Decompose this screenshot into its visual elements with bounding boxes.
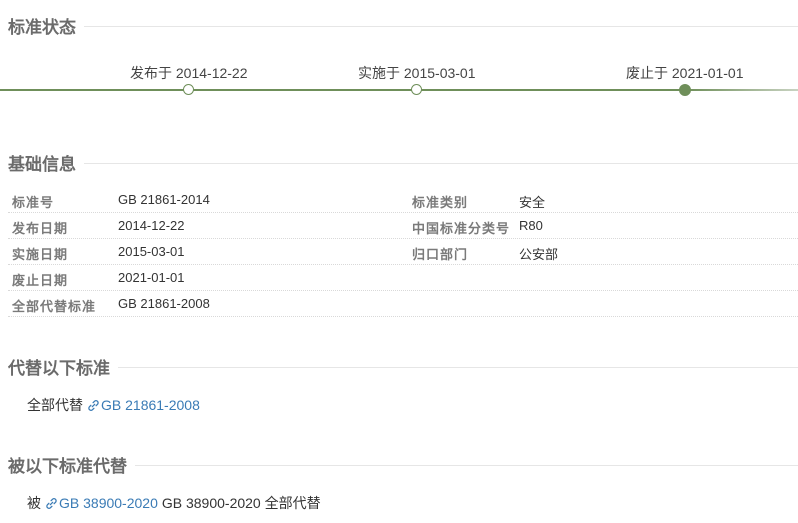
info-value-ccs: R80 (519, 218, 543, 233)
info-value-category: 安全 (519, 195, 546, 210)
link-icon (46, 497, 57, 509)
status-title-divider (84, 26, 798, 27)
replaces-title: 代替以下标准 (8, 359, 110, 378)
timeline-label-implemented: 实施于 2015-03-01 (358, 65, 476, 81)
info-row: 废止日期 2021-01-01 (8, 264, 798, 291)
replaced-by-section-title: 被以下标准代替 (8, 452, 798, 477)
replaces-line: 全部代替 GB 21861-2008 (27, 395, 200, 415)
replaces-prefix: 全部代替 (27, 397, 83, 413)
info-row: 发布日期 2014-12-22 中国标准分类号 R80 (8, 212, 798, 239)
timeline-label-abolished: 废止于 2021-01-01 (626, 65, 744, 81)
info-value-abolish-date: 2021-01-01 (118, 270, 185, 285)
info-row: 实施日期 2015-03-01 归口部门 公安部 (8, 238, 798, 265)
replaced-by-line: 被 GB 38900-2020 GB 38900-2020 全部代替 (27, 493, 321, 513)
basic-title: 基础信息 (8, 155, 76, 174)
info-key-replaces: 全部代替标准 (12, 299, 97, 314)
info-value-standard-no: GB 21861-2014 (118, 192, 210, 207)
info-row: 全部代替标准 GB 21861-2008 (8, 290, 798, 317)
info-value-implement-date: 2015-03-01 (118, 244, 185, 259)
info-key-publish-date: 发布日期 (12, 221, 69, 236)
link-icon (88, 399, 99, 411)
timeline-dot-abolished (679, 84, 691, 96)
replaced-by-standard-link[interactable]: GB 38900-2020 (59, 495, 158, 511)
info-value-replaces: GB 21861-2008 (118, 296, 210, 311)
info-value-department-link[interactable]: 公安部 (519, 244, 558, 263)
info-key-abolish-date: 废止日期 (12, 273, 69, 288)
status-title: 标准状态 (8, 18, 76, 37)
replaced-by-suffix: GB 38900-2020 全部代替 (161, 495, 321, 511)
info-key-ccs: 中国标准分类号 (412, 221, 511, 236)
replaces-standard-link[interactable]: GB 21861-2008 (101, 397, 200, 413)
info-key-implement-date: 实施日期 (12, 247, 69, 262)
replaces-title-divider (118, 367, 798, 368)
timeline-label-published: 发布于 2014-12-22 (130, 65, 248, 81)
replaces-section-title: 代替以下标准 (8, 354, 798, 379)
replaced-by-title-divider (135, 465, 798, 466)
info-row: 标准号 GB 21861-2014 标准类别 安全 (8, 186, 798, 213)
replaced-by-title: 被以下标准代替 (8, 457, 127, 476)
info-value-publish-date: 2014-12-22 (118, 218, 185, 233)
info-key-category: 标准类别 (412, 195, 469, 210)
status-section-title: 标准状态 (8, 13, 798, 38)
timeline-dot-implemented (411, 84, 422, 95)
info-key-department: 归口部门 (412, 247, 469, 262)
basic-title-divider (84, 163, 798, 164)
timeline-dot-published (183, 84, 194, 95)
basic-section-title: 基础信息 (8, 150, 798, 175)
info-key-standard-no: 标准号 (12, 195, 55, 210)
replaced-by-prefix: 被 (27, 495, 41, 511)
